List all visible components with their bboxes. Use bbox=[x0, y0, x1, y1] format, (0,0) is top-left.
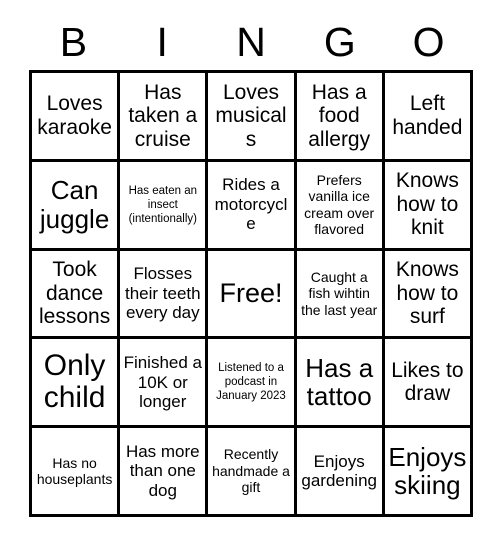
bingo-cell-label: Has a tattoo bbox=[305, 352, 374, 412]
bingo-header-letter-o: O bbox=[412, 18, 445, 65]
bingo-cell-label: Knows how to surf bbox=[395, 258, 459, 329]
bingo-cell-label: Rides a motorcycle bbox=[214, 175, 288, 234]
bingo-cell-label: Has eaten an insect (intentionally) bbox=[128, 184, 197, 225]
bingo-cell[interactable]: Listened to a podcast in January 2023 bbox=[208, 339, 297, 429]
bingo-cell[interactable]: Has taken a cruise bbox=[120, 73, 209, 162]
bingo-cell-label: Flosses their teeth every day bbox=[124, 264, 201, 323]
bingo-cell-label: Has more than one dog bbox=[125, 441, 200, 500]
bingo-cell[interactable]: Took dance lessons bbox=[32, 250, 121, 340]
bingo-cell-label: Knows how to knit bbox=[395, 169, 459, 240]
bingo-cell-label: Only child bbox=[43, 348, 106, 415]
bingo-cell[interactable]: Can juggle bbox=[32, 161, 121, 251]
bingo-cell-label: Finished a 10K or longer bbox=[123, 352, 202, 412]
bingo-cell-label: Loves musicals bbox=[215, 80, 287, 151]
bingo-cell[interactable]: Has eaten an insect (intentionally) bbox=[120, 161, 209, 251]
bingo-cell-label: Can juggle bbox=[39, 175, 110, 234]
bingo-cell[interactable]: Knows how to knit bbox=[384, 161, 473, 251]
bingo-cell[interactable]: Caught a fish wihtin the last year bbox=[296, 250, 385, 340]
bingo-cell-label: Left handed bbox=[392, 92, 463, 139]
bingo-cell[interactable]: Knows how to surf bbox=[384, 250, 473, 340]
bingo-cell[interactable]: Loves karaoke bbox=[32, 73, 121, 162]
bingo-header-letter-g: G bbox=[323, 18, 356, 65]
bingo-cell[interactable]: Enjoys gardening bbox=[296, 428, 385, 517]
bingo-cell[interactable]: Flosses their teeth every day bbox=[120, 250, 209, 340]
bingo-cell[interactable]: Loves musicals bbox=[208, 73, 297, 162]
bingo-cell-label: Has a food allergy bbox=[308, 80, 371, 151]
bingo-cell[interactable]: Has a food allergy bbox=[296, 73, 385, 162]
bingo-cell-label: Took dance lessons bbox=[38, 258, 111, 329]
bingo-header-letter-n: N bbox=[236, 18, 266, 65]
bingo-cell-label: Caught a fish wihtin the last year bbox=[301, 268, 378, 318]
bingo-cell[interactable]: Only child bbox=[32, 339, 121, 429]
bingo-cell[interactable]: Rides a motorcycle bbox=[208, 161, 297, 251]
bingo-cell-free[interactable]: Free! bbox=[208, 250, 297, 340]
bingo-cell[interactable]: Recently handmade a gift bbox=[208, 428, 297, 517]
bingo-cell[interactable]: Has more than one dog bbox=[120, 428, 209, 517]
bingo-cell-label: Loves karaoke bbox=[37, 92, 112, 139]
bingo-cell-label: Has no houseplants bbox=[36, 454, 113, 488]
bingo-cell[interactable]: Has a tattoo bbox=[296, 339, 385, 429]
bingo-cell[interactable]: Left handed bbox=[384, 73, 473, 162]
bingo-cell-label: Free! bbox=[219, 278, 283, 309]
bingo-cell[interactable]: Enjoys skiing bbox=[384, 428, 473, 517]
bingo-header-row: BINGO bbox=[29, 14, 473, 70]
bingo-card: B I N G O Loves karaoke Has taken a cruise Lov… bbox=[0, 0, 501, 544]
bingo-cell-label: Listened to a podcast in January 2023 bbox=[216, 362, 286, 403]
bingo-header-letter-i: I bbox=[156, 18, 168, 65]
bingo-cell-label: Recently handmade a gift bbox=[212, 446, 290, 496]
bingo-cell-label: Has taken a cruise bbox=[128, 80, 198, 151]
bingo-cell[interactable]: Has no houseplants bbox=[32, 428, 121, 517]
bingo-cell-label: Enjoys skiing bbox=[388, 441, 467, 501]
bingo-cell[interactable]: Likes to draw bbox=[384, 339, 473, 429]
bingo-cell-label: Prefers vanilla ice cream over flavored bbox=[304, 171, 375, 238]
bingo-cell-label: Likes to draw bbox=[391, 358, 464, 406]
bingo-cell[interactable]: Prefers vanilla ice cream over flavored bbox=[296, 161, 385, 251]
bingo-header-letter-b: B bbox=[59, 18, 88, 65]
bingo-cell[interactable]: Finished a 10K or longer bbox=[120, 339, 209, 429]
bingo-cell-label: Enjoys gardening bbox=[301, 451, 377, 491]
bingo-grid: Loves karaoke Has taken a cruise Loves mus… bbox=[29, 70, 473, 517]
